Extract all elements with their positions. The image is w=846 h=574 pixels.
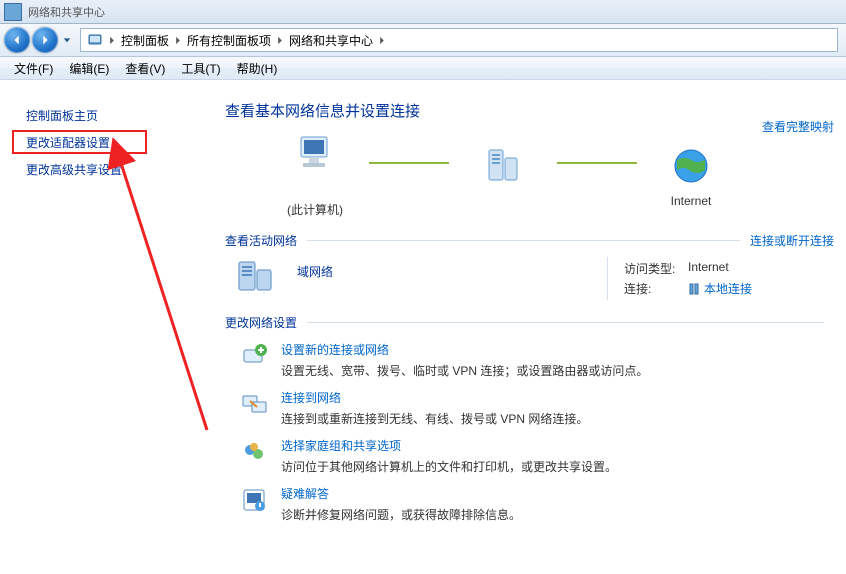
- menu-bar: 文件(F) 编辑(E) 查看(V) 工具(T) 帮助(H): [0, 57, 846, 80]
- sidebar-adapter-settings[interactable]: 更改适配器设置: [0, 129, 207, 156]
- section-active-networks: 查看活动网络 连接或断开连接: [225, 232, 834, 249]
- breadcrumb-network-center[interactable]: 网络和共享中心: [285, 29, 377, 51]
- address-bar[interactable]: 控制面板 所有控制面板项 网络和共享中心: [80, 28, 838, 52]
- chevron-right-icon[interactable]: [275, 36, 285, 45]
- node-this-computer: . (此计算机): [265, 131, 365, 218]
- access-type-value: Internet: [688, 260, 729, 277]
- page-title: 查看基本网络信息并设置连接: [225, 100, 834, 121]
- node-this-computer-label: (此计算机): [287, 201, 343, 218]
- control-panel-icon: [87, 32, 103, 48]
- task-new-connection: 设置新的连接或网络 设置无线、宽带、拨号、临时或 VPN 连接；或设置路由器或访…: [239, 341, 834, 379]
- task-troubleshoot-desc: 诊断并修复网络问题，或获得故障排除信息。: [281, 506, 521, 523]
- task-connect-network-link[interactable]: 连接到网络: [281, 389, 341, 406]
- globe-icon: [667, 142, 715, 190]
- topo-link-line: [557, 162, 637, 164]
- network-name: 域网络: [297, 263, 333, 280]
- menu-file[interactable]: 文件(F): [8, 58, 59, 79]
- task-troubleshoot-link[interactable]: 疑难解答: [281, 485, 329, 502]
- chevron-right-icon[interactable]: [377, 36, 387, 45]
- menu-tools[interactable]: 工具(T): [175, 58, 226, 79]
- network-tower-icon: [479, 142, 527, 190]
- access-type-label: 访问类型:: [624, 260, 688, 277]
- title-bar: 网络和共享中心: [0, 0, 846, 24]
- divider: [307, 322, 824, 323]
- nav-bar: 控制面板 所有控制面板项 网络和共享中心: [0, 24, 846, 57]
- forward-button[interactable]: [32, 27, 58, 53]
- window-title: 网络和共享中心: [28, 4, 105, 20]
- history-dropdown[interactable]: [60, 27, 74, 53]
- topo-link-line: [369, 162, 449, 164]
- task-new-connection-link[interactable]: 设置新的连接或网络: [281, 341, 389, 358]
- app-icon: [4, 3, 22, 21]
- troubleshoot-icon: [239, 485, 269, 515]
- node-internet: Internet: [641, 142, 741, 208]
- sidebar: 控制面板主页 更改适配器设置 更改高级共享设置: [0, 80, 207, 574]
- breadcrumb-control-panel[interactable]: 控制面板: [117, 29, 173, 51]
- menu-view[interactable]: 查看(V): [119, 58, 171, 79]
- connection-link[interactable]: 本地连接: [688, 280, 752, 297]
- back-button[interactable]: [4, 27, 30, 53]
- divider: [307, 240, 740, 241]
- node-internet-label: Internet: [671, 194, 712, 208]
- content: 查看基本网络信息并设置连接 查看完整映射 . (此计算机): [207, 80, 846, 574]
- menu-help[interactable]: 帮助(H): [231, 58, 284, 79]
- connect-disconnect-link[interactable]: 连接或断开连接: [750, 232, 834, 249]
- menu-edit[interactable]: 编辑(E): [63, 58, 115, 79]
- new-connection-icon: [239, 341, 269, 371]
- sidebar-home[interactable]: 控制面板主页: [0, 102, 207, 129]
- network-details: 访问类型: Internet 连接: 本地连接: [607, 257, 834, 300]
- task-connect-network-desc: 连接到或重新连接到无线、有线、拨号或 VPN 网络连接。: [281, 410, 588, 427]
- sidebar-advanced-sharing[interactable]: 更改高级共享设置: [0, 156, 207, 183]
- task-homegroup: 选择家庭组和共享选项 访问位于其他网络计算机上的文件和打印机，或更改共享设置。: [239, 437, 834, 475]
- chevron-right-icon[interactable]: [173, 36, 183, 45]
- homegroup-icon: [239, 437, 269, 467]
- section-change-settings: 更改网络设置: [225, 314, 834, 331]
- chevron-right-icon[interactable]: [107, 36, 117, 45]
- node-network: [453, 142, 553, 208]
- task-connect-network: 连接到网络 连接到或重新连接到无线、有线、拨号或 VPN 网络连接。: [239, 389, 834, 427]
- connect-network-icon: [239, 389, 269, 419]
- body: 控制面板主页 更改适配器设置 更改高级共享设置 查看基本网络信息并设置连接 查看…: [0, 80, 846, 574]
- section-change-settings-label: 更改网络设置: [225, 314, 297, 331]
- connection-link-text: 本地连接: [704, 280, 752, 297]
- breadcrumb-all-items[interactable]: 所有控制面板项: [183, 29, 275, 51]
- task-homegroup-desc: 访问位于其他网络计算机上的文件和打印机，或更改共享设置。: [281, 458, 617, 475]
- connection-label: 连接:: [624, 280, 688, 297]
- task-troubleshoot: 疑难解答 诊断并修复网络问题，或获得故障排除信息。: [239, 485, 834, 523]
- task-homegroup-link[interactable]: 选择家庭组和共享选项: [281, 437, 401, 454]
- computer-icon: [291, 131, 339, 179]
- section-active-networks-label: 查看活动网络: [225, 232, 297, 249]
- domain-network-icon: [235, 257, 283, 299]
- active-network-row: 域网络 访问类型: Internet 连接: 本地连接: [235, 257, 834, 300]
- network-map: . (此计算机): [265, 131, 834, 218]
- task-new-connection-desc: 设置无线、宽带、拨号、临时或 VPN 连接；或设置路由器或访问点。: [281, 362, 648, 379]
